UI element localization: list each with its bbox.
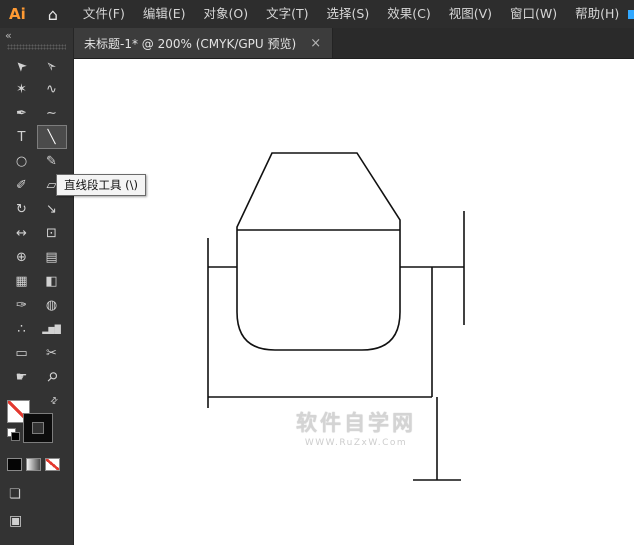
ellipse-tool[interactable]: ○ [7, 149, 37, 173]
type-tool-icon: T [17, 129, 26, 145]
rotate-tool[interactable]: ↻ [7, 197, 37, 221]
watermark: 软件自学网 WWW.RuZxW.Com [281, 407, 431, 448]
gradient-tool-icon: ◧ [45, 273, 58, 289]
direct-selection-tool[interactable]: ➢ [37, 53, 67, 77]
gradient-tool[interactable]: ◧ [37, 269, 67, 293]
workspace-switcher-icon[interactable] [628, 9, 634, 20]
draw-normal-mode-icon[interactable]: ❏ [9, 487, 21, 502]
rotate-tool-icon: ↻ [16, 201, 27, 217]
document-tab[interactable]: 未标题-1* @ 200% (CMYK/GPU 预览) × [73, 28, 334, 58]
type-tool[interactable]: T [7, 125, 37, 149]
menu-view[interactable]: 视图(V) [440, 0, 501, 28]
paint-style-buttons [7, 458, 73, 471]
scale-tool[interactable]: ↘ [37, 197, 67, 221]
app-logo: Ai [9, 5, 26, 23]
artboard-tool[interactable]: ▭ [7, 341, 37, 365]
tooltip-text: 直线段工具 (\) [64, 178, 139, 192]
direct-selection-tool-icon: ➢ [42, 55, 61, 75]
menu-items: 文件(F) 编辑(E) 对象(O) 文字(T) 选择(S) 效果(C) 视图(V) 窗口(W)… [74, 0, 628, 28]
zoom-tool[interactable]: ⚲ [37, 365, 67, 389]
tools-grid: ➤ ➢ ✶ ∿ ✒ ∼ T ╲ ○ ✎ ✐ ▱ ↻ ↘ ↔ ⊡ ⊕ ▤ ▦ ◧ ✑ ◍ ∴ ▂▆█ ▭ ✂ ☛ ⚲ [0, 53, 73, 389]
tooltip: 直线段工具 (\) [56, 174, 147, 196]
document-tab-bar: 未标题-1* @ 200% (CMYK/GPU 预览) × [73, 28, 634, 59]
pen-tool[interactable]: ✒ [7, 101, 37, 125]
swap-fill-stroke-icon[interactable]: ⇄ [49, 395, 61, 407]
eyedropper-tool-icon: ✑ [16, 297, 27, 313]
hand-tool[interactable]: ☛ [7, 365, 37, 389]
illustrator-window: Ai ⌂ 文件(F) 编辑(E) 对象(O) 文字(T) 选择(S) 效果(C) 视图(V)… [0, 0, 634, 545]
magic-wand-tool[interactable]: ✶ [7, 77, 37, 101]
paintbrush-tool-icon: ✎ [46, 153, 57, 169]
magic-wand-tool-icon: ✶ [16, 81, 27, 97]
pencil-tool[interactable]: ✐ [7, 173, 37, 197]
menu-object[interactable]: 对象(O) [195, 0, 258, 28]
selection-tool[interactable]: ➤ [7, 53, 37, 77]
paintbrush-tool[interactable]: ✎ [37, 149, 67, 173]
free-transform-tool-icon: ⊡ [46, 225, 57, 241]
toolbar-drag-handle[interactable] [7, 44, 66, 50]
watermark-subtitle: WWW.RuZxW.Com [304, 438, 408, 448]
line-segment-tool[interactable]: ╲ [36, 125, 67, 149]
menu-bar: Ai ⌂ 文件(F) 编辑(E) 对象(O) 文字(T) 选择(S) 效果(C) 视图(V)… [0, 0, 634, 28]
menu-file[interactable]: 文件(F) [74, 0, 134, 28]
pencil-tool-icon: ✐ [16, 177, 27, 193]
curvature-tool-icon: ∼ [46, 105, 57, 121]
scale-tool-icon: ↘ [46, 201, 57, 217]
menu-effect[interactable]: 效果(C) [378, 0, 439, 28]
tab-close-icon[interactable]: × [310, 37, 321, 50]
curvature-tool[interactable]: ∼ [37, 101, 67, 125]
document-tab-title: 未标题-1* @ 200% (CMYK/GPU 预览) [84, 36, 297, 51]
toolbar-bottom: ❏ ▣ [9, 483, 73, 529]
free-transform-tool[interactable]: ⊡ [37, 221, 67, 245]
symbol-sprayer-tool[interactable]: ∴ [7, 317, 37, 341]
blend-tool-icon: ◍ [45, 297, 58, 313]
home-icon[interactable]: ⌂ [48, 5, 58, 24]
default-stroke-square [11, 432, 20, 441]
width-tool[interactable]: ↔ [7, 221, 37, 245]
tools-panel: « ➤ ➢ ✶ ∿ ✒ ∼ T ╲ ○ ✎ ✐ ▱ ↻ ↘ ↔ ⊡ ⊕ ▤ ▦ ◧ ✑ ◍ ∴ ▂▆█ ▭ ✂ ☛ ⚲ ⇄ ❏ ▣ [0, 28, 74, 545]
hand-tool-icon: ☛ [15, 369, 28, 385]
menu-edit[interactable]: 编辑(E) [134, 0, 195, 28]
pen-tool-icon: ✒ [16, 105, 27, 121]
ellipse-tool-icon: ○ [15, 153, 28, 169]
column-graph-tool-icon: ▂▆█ [42, 324, 61, 334]
menu-help[interactable]: 帮助(H) [566, 0, 628, 28]
eraser-tool-icon: ▱ [46, 177, 57, 193]
fill-stroke-widget: ⇄ [7, 395, 61, 446]
line-segment-tool-icon: ╲ [47, 129, 56, 145]
eyedropper-tool[interactable]: ✑ [7, 293, 37, 317]
symbol-sprayer-tool-icon: ∴ [17, 321, 26, 337]
blend-tool[interactable]: ◍ [37, 293, 67, 317]
lasso-tool[interactable]: ∿ [37, 77, 67, 101]
default-fill-stroke-icon[interactable] [7, 428, 20, 441]
shape-builder-tool-icon: ⊕ [16, 249, 27, 265]
stroke-swatch-black[interactable] [24, 414, 52, 442]
toolbar-collapse-button[interactable]: « [0, 28, 73, 42]
column-graph-tool[interactable]: ▂▆█ [37, 317, 67, 341]
artboard-canvas[interactable]: 软件自学网 WWW.RuZxW.Com [73, 58, 634, 545]
workspace-accent-square [628, 9, 634, 19]
perspective-grid-tool-icon: ▤ [45, 249, 58, 265]
slice-tool-icon: ✂ [46, 345, 57, 361]
watermark-title: 软件自学网 [296, 411, 416, 435]
perspective-grid-tool[interactable]: ▤ [37, 245, 67, 269]
lasso-tool-icon: ∿ [46, 81, 57, 97]
selection-tool-icon: ➤ [12, 55, 31, 75]
menu-type[interactable]: 文字(T) [257, 0, 317, 28]
gradient-button[interactable] [26, 458, 41, 471]
mesh-tool-icon: ▦ [15, 273, 28, 289]
menu-window[interactable]: 窗口(W) [501, 0, 566, 28]
line-drawing-artwork [207, 152, 465, 481]
none-button[interactable] [45, 458, 60, 471]
mixer-drum-outline [236, 152, 401, 351]
zoom-tool-icon: ⚲ [42, 368, 61, 386]
mesh-tool[interactable]: ▦ [7, 269, 37, 293]
color-button[interactable] [7, 458, 22, 471]
artboard-tool-icon: ▭ [15, 345, 28, 361]
slice-tool[interactable]: ✂ [37, 341, 67, 365]
width-tool-icon: ↔ [16, 225, 27, 241]
menu-select[interactable]: 选择(S) [318, 0, 379, 28]
change-screen-mode-icon[interactable]: ▣ [9, 513, 22, 529]
shape-builder-tool[interactable]: ⊕ [7, 245, 37, 269]
